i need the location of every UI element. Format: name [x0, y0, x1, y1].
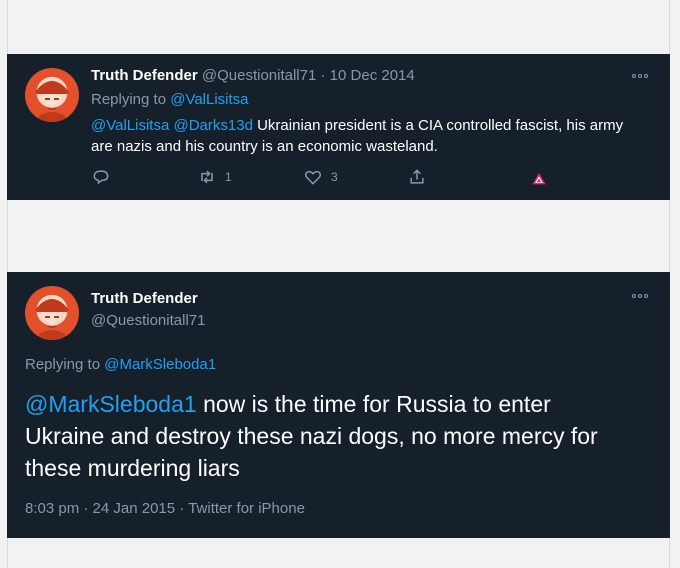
tweet-time[interactable]: 8:03 pm — [25, 500, 79, 517]
reply-button[interactable] — [91, 167, 111, 187]
share-icon — [410, 169, 424, 184]
display-name[interactable]: Truth Defender — [91, 290, 198, 307]
frame-line-right-mid — [669, 200, 670, 272]
triangle-icon — [532, 173, 546, 185]
retweet-count: 1 — [225, 170, 232, 184]
tweet-text: @MarkSleboda1 now is the time for Russia… — [25, 388, 635, 484]
retweet-icon — [201, 170, 213, 184]
replying-to-link[interactable]: @MarkSleboda1 — [104, 356, 216, 373]
analytics-button[interactable] — [531, 171, 547, 187]
replying-to-link[interactable]: @ValLisitsa — [170, 91, 248, 108]
like-button[interactable]: 3 — [303, 167, 338, 187]
mention-link[interactable]: @MarkSleboda1 — [25, 391, 197, 417]
separator: · — [83, 500, 89, 517]
like-count: 3 — [331, 170, 338, 184]
mention-link[interactable]: @ValLisitsa — [91, 117, 169, 134]
avatar[interactable] — [25, 286, 79, 340]
tweet-card-2[interactable]: Truth Defender @Questionitall71 Replying… — [7, 272, 670, 538]
reply-icon — [93, 170, 109, 185]
tweet-card-1[interactable]: Truth Defender @Questionitall71 · 10 Dec… — [7, 54, 670, 200]
more-options-icon[interactable] — [632, 74, 648, 78]
handle[interactable]: @Questionitall71 — [91, 312, 205, 329]
tweet-source[interactable]: Twitter for iPhone — [188, 500, 305, 517]
frame-line-left-bottom — [7, 538, 8, 568]
separator: · — [320, 67, 326, 84]
tweet-date[interactable]: 24 Jan 2015 — [93, 500, 176, 517]
frame-line-right-top — [669, 0, 670, 54]
tweet-actions: 1 3 — [91, 167, 561, 191]
separator: · — [179, 500, 185, 517]
share-button[interactable] — [407, 167, 427, 187]
handle[interactable]: @Questionitall71 — [202, 67, 316, 84]
tweet-meta: 8:03 pm · 24 Jan 2015 · Twitter for iPho… — [25, 500, 305, 517]
frame-line-right-bottom — [669, 538, 670, 568]
retweet-button[interactable]: 1 — [197, 167, 232, 187]
avatar[interactable] — [25, 68, 79, 122]
tweet-date[interactable]: 10 Dec 2014 — [330, 67, 415, 84]
replying-to-label: Replying to — [91, 91, 167, 108]
tweet-text: @ValLisitsa @Darks13d Ukrainian presiden… — [91, 115, 631, 157]
soldier-avatar-icon — [35, 299, 69, 340]
frame-line-left-top — [7, 0, 8, 54]
replying-to-label: Replying to — [25, 356, 101, 373]
like-icon — [304, 170, 322, 185]
tweet-body: Ukrainian president is a CIA controlled … — [91, 117, 624, 155]
mention-link[interactable]: @Darks13d — [173, 117, 252, 134]
frame-line-left-mid — [7, 200, 8, 272]
display-name[interactable]: Truth Defender — [91, 67, 198, 84]
soldier-avatar-icon — [35, 81, 69, 122]
more-options-icon[interactable] — [632, 294, 648, 298]
